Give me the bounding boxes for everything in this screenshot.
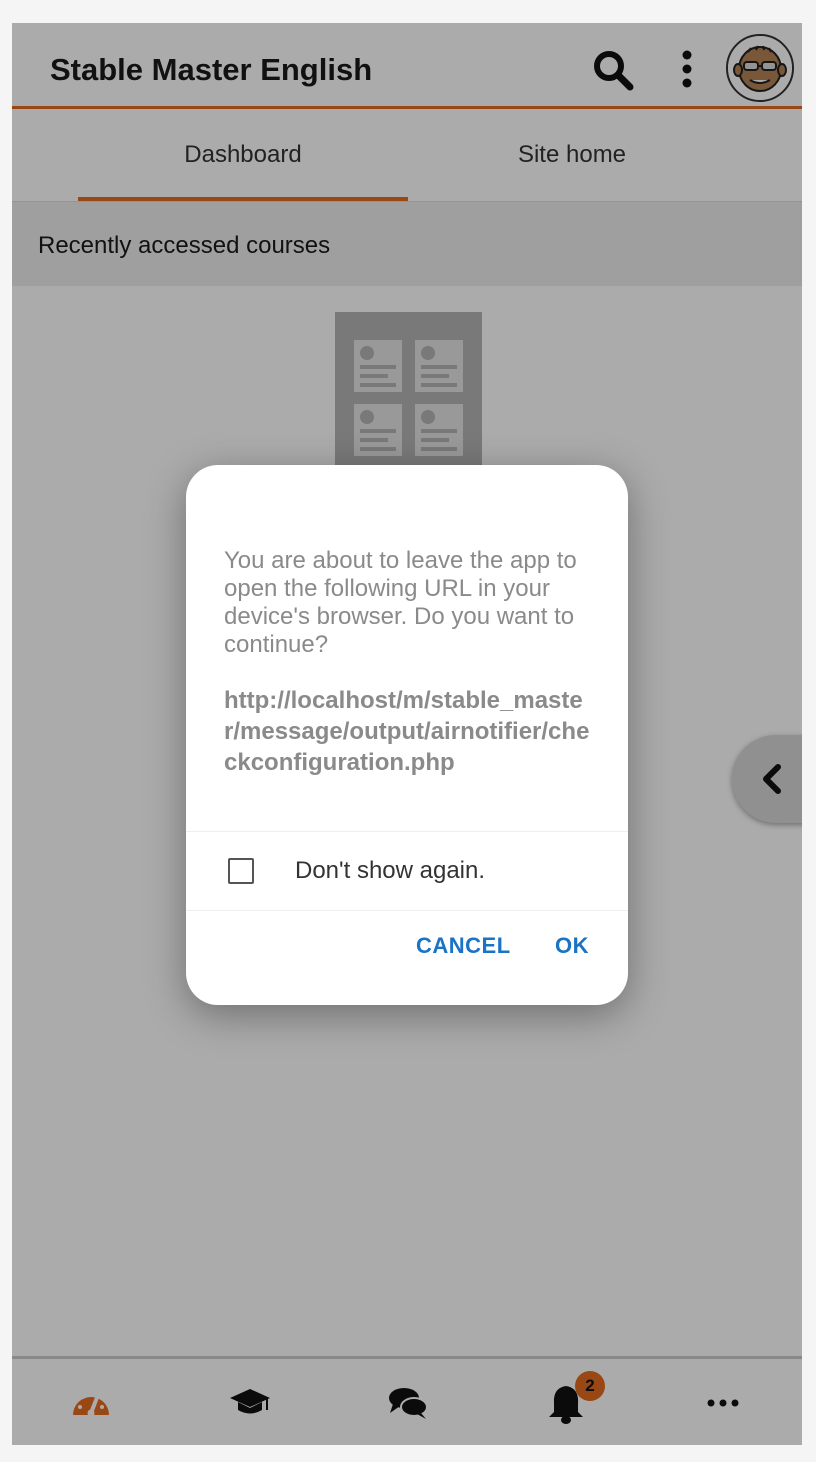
cancel-button[interactable]: CANCEL xyxy=(416,933,511,959)
dont-show-again-row[interactable]: Don't show again. xyxy=(186,831,628,911)
dialog-url: http://localhost/m/stable_master/message… xyxy=(224,687,590,776)
dont-show-again-checkbox[interactable] xyxy=(228,858,254,884)
ok-button[interactable]: OK xyxy=(555,933,589,959)
dialog-message: You are about to leave the app to open t… xyxy=(224,547,577,658)
leave-app-dialog: You are about to leave the app to open t… xyxy=(186,465,628,1005)
dont-show-again-label: Don't show again. xyxy=(295,857,486,884)
